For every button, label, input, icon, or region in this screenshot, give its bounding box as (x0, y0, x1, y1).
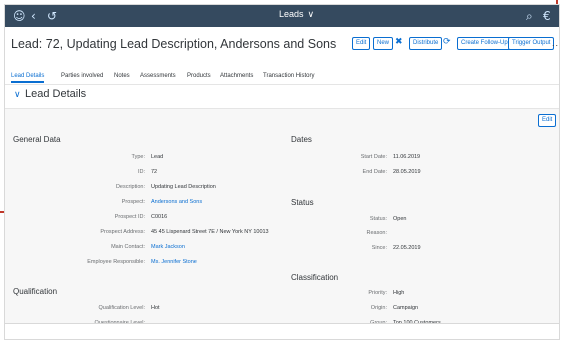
main-contact-label: Main Contact: (111, 244, 145, 250)
type-value: Lead (151, 154, 164, 160)
qualification-level-label: Qualification Level: (98, 305, 145, 311)
page-title: Lead: 72, Updating Lead Description, And… (11, 37, 337, 51)
tab-assessments[interactable]: Assessments (140, 71, 176, 81)
tab-transaction-history[interactable]: Transaction History (263, 71, 314, 81)
shell-bar: ☺ ‹ ↺ Leads ∨ ⌕ € (5, 5, 559, 27)
trigger-output-button[interactable]: Trigger Output (508, 37, 555, 50)
main-contact-link[interactable]: Mark Jackson (151, 244, 185, 250)
tab-attachments[interactable]: Attachments (220, 71, 253, 81)
section-edit-button[interactable]: Edit (538, 114, 557, 127)
status-title: Status (291, 198, 314, 207)
qualification-level-value: Hot (151, 305, 160, 311)
edit-button[interactable]: Edit (352, 37, 371, 50)
end-date-value: 28.05.2019 (393, 169, 421, 175)
classification-title: Classification (291, 273, 339, 282)
start-date-value: 11.06.2019 (393, 154, 421, 160)
search-icon[interactable]: ⌕ (526, 8, 533, 24)
status-value: Open (393, 216, 407, 222)
footer-bar (5, 323, 559, 339)
status-label: Status: (369, 216, 387, 222)
reason-label: Reason: (366, 230, 388, 236)
employee-responsible-label: Employee Responsible: (87, 259, 145, 265)
type-label: Type: (131, 154, 145, 160)
priority-value: High (393, 290, 405, 296)
prospect-address-value: 45 45 Lispenard Street 7E / New York NY … (151, 229, 269, 235)
chevron-down-icon: ∨ (307, 9, 315, 19)
tab-products[interactable]: Products (187, 71, 211, 81)
more-actions-button[interactable]: ... (552, 38, 559, 48)
since-value: 22.05.2019 (393, 245, 421, 251)
section-header[interactable]: ∨ Lead Details (5, 85, 559, 109)
since-label: Since: (371, 245, 387, 251)
user-icon[interactable]: ☺ (13, 8, 26, 24)
lead-details-content: Edit General Data Type: Lead ID: 72 Desc… (5, 109, 559, 327)
description-value: Updating Lead Description (151, 184, 216, 190)
id-value: 72 (151, 169, 158, 175)
app-title-menu[interactable]: Leads ∨ (279, 9, 314, 20)
history-icon[interactable]: ↺ (47, 8, 57, 24)
start-date-label: Start Date: (360, 154, 387, 160)
prospect-address-label: Prospect Address: (100, 229, 145, 235)
app-title: Leads (279, 9, 304, 19)
tab-notes[interactable]: Notes (114, 71, 130, 81)
end-date-label: End Date: (362, 169, 387, 175)
id-label: ID: (137, 169, 145, 175)
prospect-id-value: C0016 (151, 214, 168, 220)
origin-label: Origin: (370, 305, 387, 311)
section-title: Lead Details (25, 88, 87, 100)
copilot-icon[interactable]: € (543, 8, 551, 24)
priority-label: Priority: (368, 290, 387, 296)
back-icon[interactable]: ‹ (31, 8, 36, 24)
tab-lead-details[interactable]: Lead Details (11, 71, 45, 83)
prospect-label: Prospect: (121, 199, 145, 205)
refresh-icon[interactable]: ⟳ (443, 37, 451, 47)
description-label: Description: (115, 184, 145, 190)
object-header: Lead: 72, Updating Lead Description, And… (5, 27, 559, 85)
create-follow-up-button[interactable]: Create Follow-Up (457, 37, 512, 50)
new-button[interactable]: New (373, 37, 394, 50)
delete-icon[interactable]: ✖ (395, 37, 403, 47)
prospect-id-label: Prospect ID: (114, 214, 145, 220)
origin-value: Campaign (393, 305, 419, 311)
tab-parties-involved[interactable]: Parties involved (61, 71, 103, 81)
prospect-link[interactable]: Andersons and Sons (151, 199, 202, 205)
employee-responsible-link[interactable]: Ms. Jennifer Stone (151, 259, 197, 265)
distribute-button[interactable]: Distribute (409, 37, 443, 50)
dates-title: Dates (291, 135, 312, 144)
collapse-chevron-icon[interactable]: ∨ (14, 90, 21, 100)
general-data-title: General Data (13, 135, 61, 144)
tab-bar: Lead Details Parties involved Notes Asse… (5, 71, 559, 85)
qualification-title: Qualification (13, 287, 58, 296)
app-window: ☺ ‹ ↺ Leads ∨ ⌕ € Lead: 72, Updating Lead… (4, 4, 560, 340)
